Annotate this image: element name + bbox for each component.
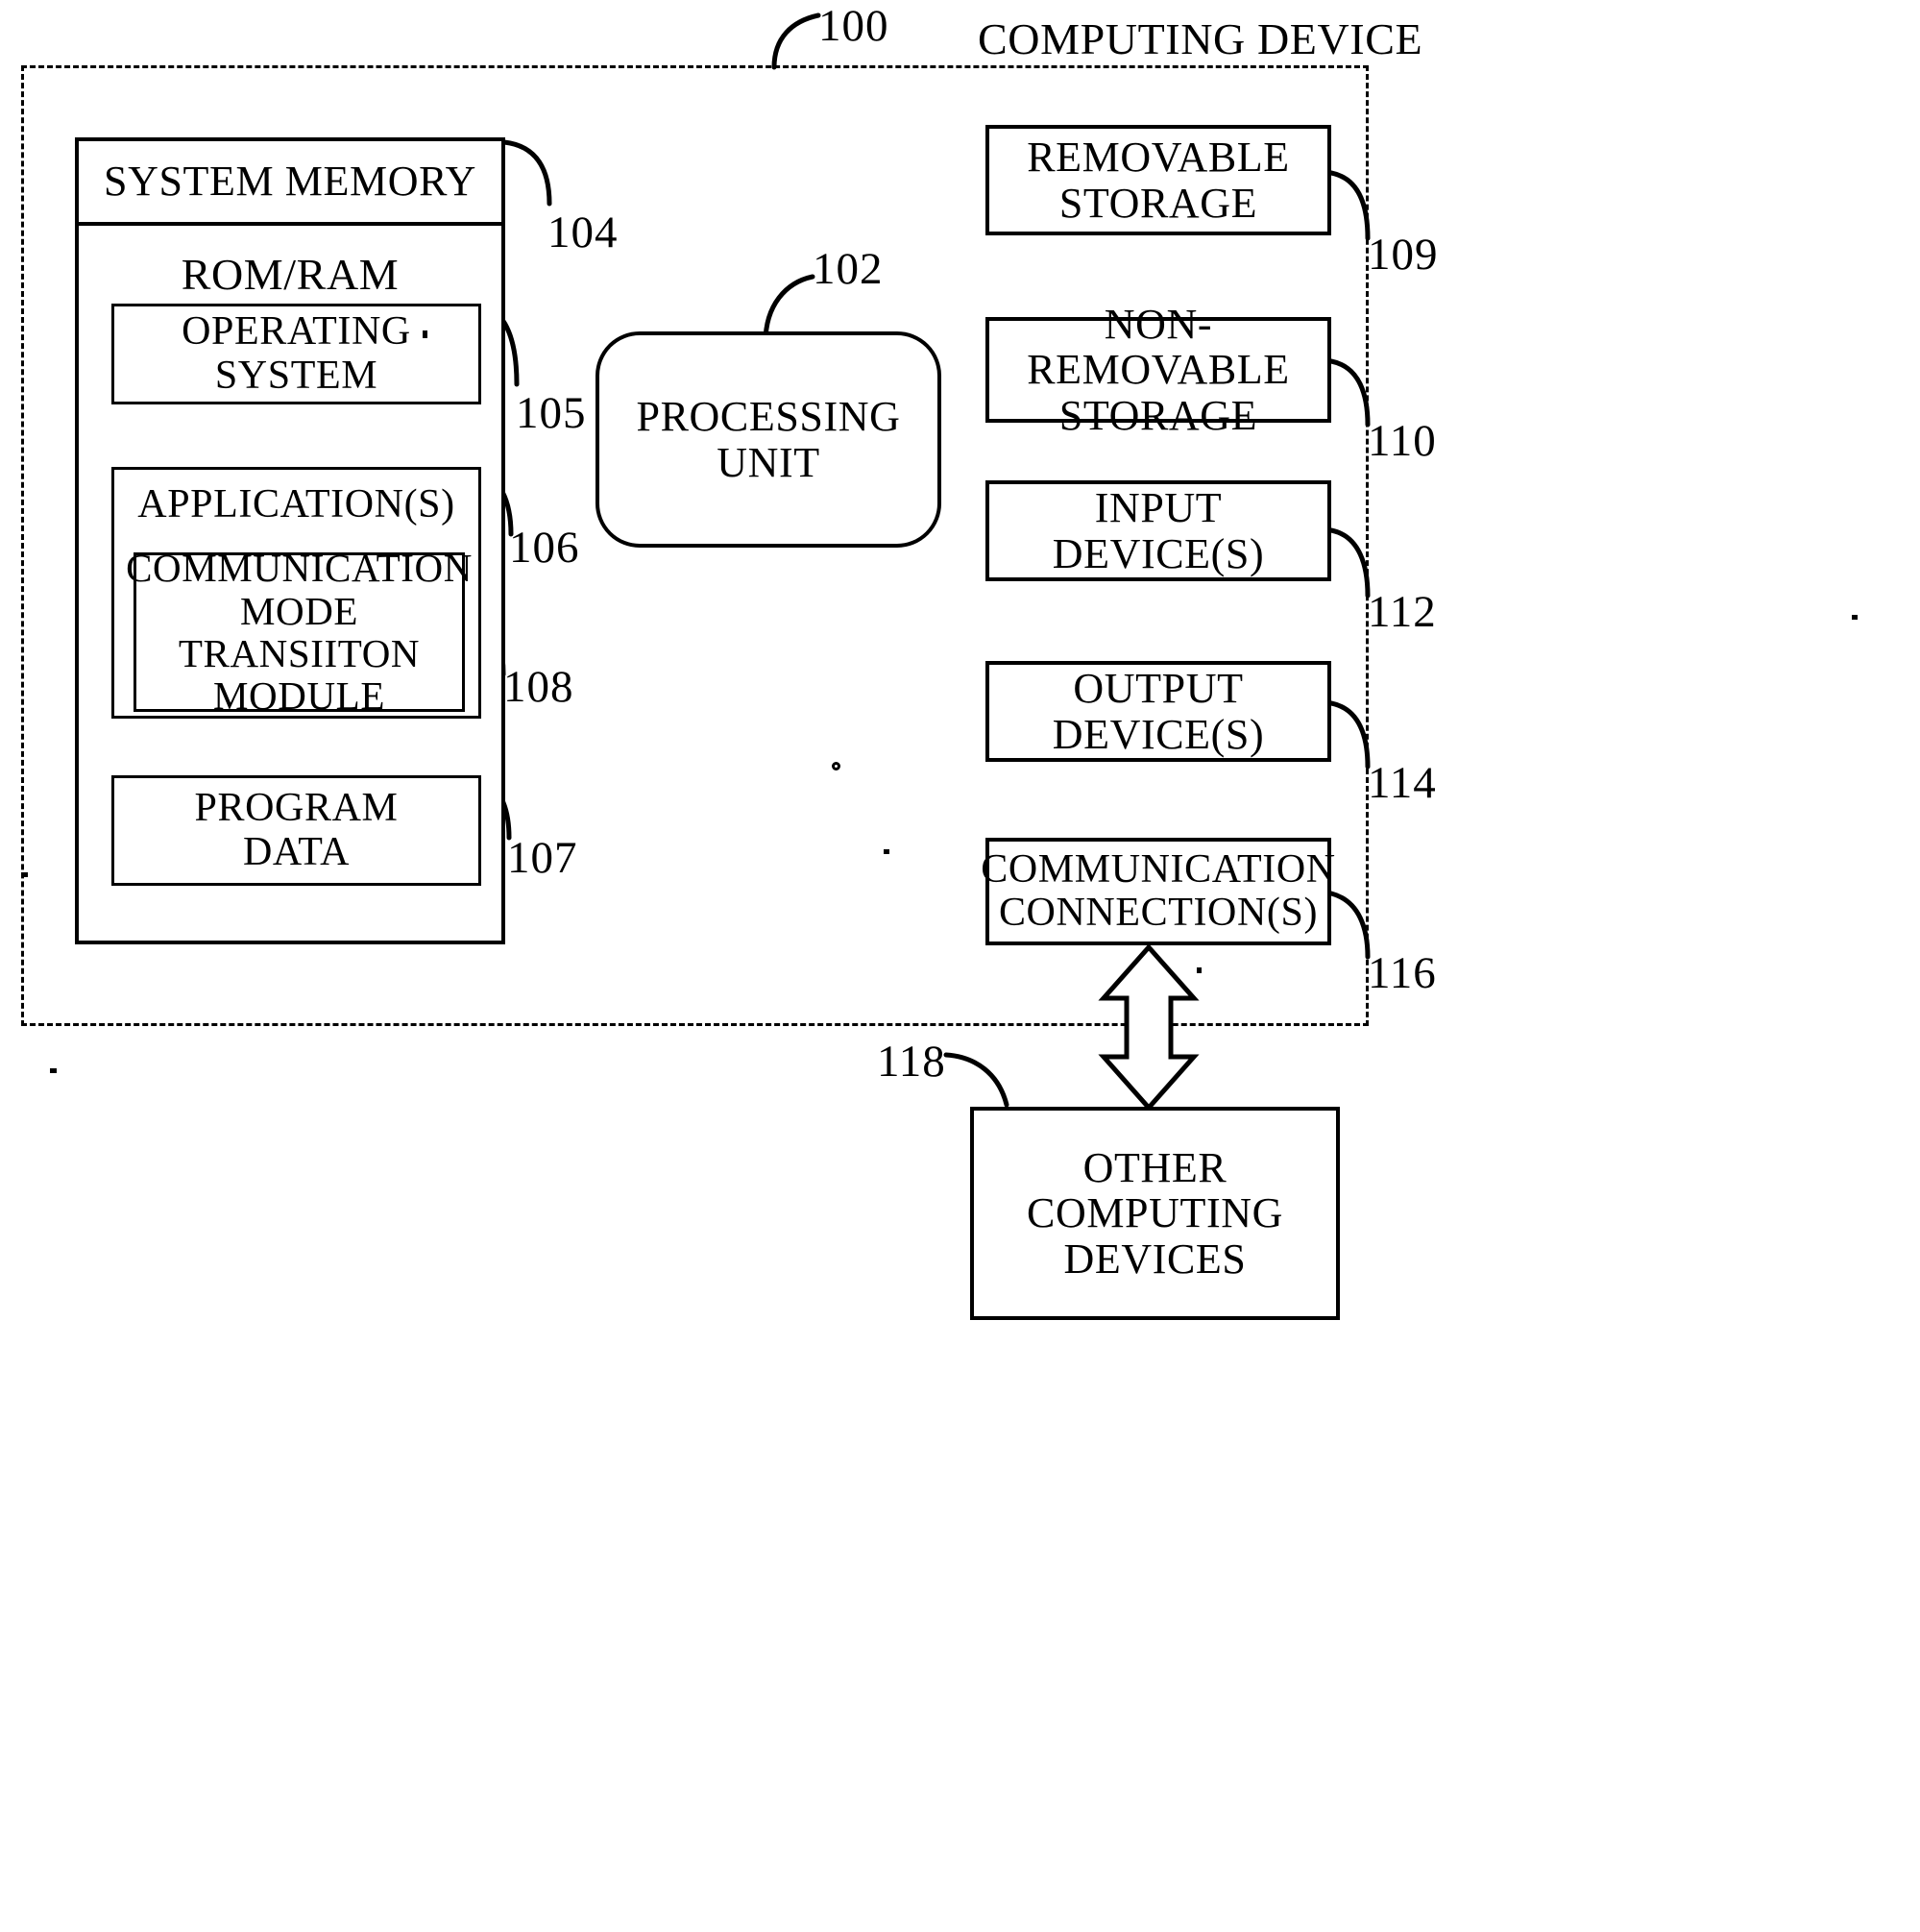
- non-removable-storage-label-line2: STORAGE: [1058, 391, 1258, 439]
- communication-connections-label-line2: CONNECTION(S): [998, 891, 1319, 935]
- program-data-label-line1: PROGRAM: [194, 786, 399, 831]
- program-data-box: PROGRAM DATA: [111, 775, 481, 886]
- other-computing-devices-label-line1: OTHER: [1082, 1143, 1227, 1191]
- scan-speck-upper-right: [1852, 615, 1858, 620]
- output-devices-label: OUTPUT DEVICE(S): [1052, 664, 1265, 758]
- other-computing-devices-box: OTHER COMPUTING DEVICES: [970, 1107, 1340, 1320]
- ref-118: 118: [877, 1037, 946, 1087]
- scan-speck-left: [21, 872, 28, 877]
- non-removable-storage-label-line1: NON-REMOVABLE: [1027, 300, 1290, 394]
- system-memory-label: SYSTEM MEMORY: [104, 158, 476, 206]
- operating-system-label-line2: SYSTEM: [214, 353, 378, 398]
- scan-speck: [423, 330, 427, 338]
- applications-box: APPLICATION(S) COMMUNICATION MODE TRANSI…: [111, 467, 481, 719]
- ref-109: 109: [1368, 230, 1439, 280]
- system-memory-header: SYSTEM MEMORY: [79, 141, 501, 226]
- non-removable-storage-box: NON-REMOVABLE STORAGE: [985, 301, 1331, 438]
- ref-105: 105: [516, 388, 587, 438]
- scan-speck-mid: [884, 849, 889, 854]
- scan-speck-bottom-left: [50, 1068, 57, 1073]
- scan-speck-right: [1197, 967, 1202, 973]
- applications-label: APPLICATION(S): [137, 482, 455, 526]
- communication-connections-box: COMMUNICATION CONNECTION(S): [981, 838, 1335, 945]
- operating-system-box: OPERATING SYSTEM: [111, 304, 481, 404]
- ref-112: 112: [1368, 587, 1437, 637]
- figure-title: COMPUTING DEVICE: [978, 14, 1423, 63]
- ref-102: 102: [813, 244, 884, 294]
- processing-unit-label: PROCESSING UNIT: [636, 392, 901, 486]
- ref-100: 100: [818, 1, 889, 51]
- ref-116: 116: [1368, 948, 1437, 998]
- ref-114: 114: [1368, 758, 1437, 808]
- ref-107: 107: [507, 833, 578, 883]
- communication-connections-label-line1: COMMUNICATION: [981, 846, 1336, 892]
- scan-artifact-dot: [832, 762, 840, 770]
- input-devices-box: INPUT DEVICE(S): [985, 480, 1331, 581]
- ref-110: 110: [1368, 416, 1437, 466]
- removable-storage-label-line1: REMOVABLE: [1027, 133, 1290, 181]
- module-label-line2: MODE TRANSIITON: [178, 588, 421, 675]
- processing-unit-box: PROCESSING UNIT: [595, 331, 941, 548]
- communication-mode-transition-module-box: COMMUNICATION MODE TRANSIITON MODULE: [126, 547, 472, 717]
- ref-106: 106: [509, 523, 580, 573]
- system-memory-block: SYSTEM MEMORY ROM/RAM OPERATING SYSTEM A…: [75, 137, 505, 944]
- other-computing-devices-label-line3: DEVICES: [1063, 1235, 1247, 1283]
- removable-storage-box: REMOVABLE STORAGE: [985, 125, 1331, 235]
- other-computing-devices-label-line2: COMPUTING: [1027, 1189, 1283, 1237]
- input-devices-label: INPUT DEVICE(S): [1052, 483, 1265, 577]
- program-data-label-line2: DATA: [242, 829, 351, 874]
- patent-figure: 100 104 105 106 108 107 102 109 110 112 …: [0, 0, 1920, 1932]
- module-label-line1: COMMUNICATION: [126, 546, 473, 591]
- ref-104: 104: [547, 208, 619, 257]
- module-label-line3: MODULE: [213, 673, 385, 719]
- output-devices-box: OUTPUT DEVICE(S): [985, 661, 1331, 762]
- operating-system-label-line1: OPERATING: [182, 309, 411, 355]
- rom-ram-label: ROM/RAM: [181, 250, 400, 299]
- ref-108: 108: [503, 662, 574, 712]
- removable-storage-label-line2: STORAGE: [1058, 179, 1258, 227]
